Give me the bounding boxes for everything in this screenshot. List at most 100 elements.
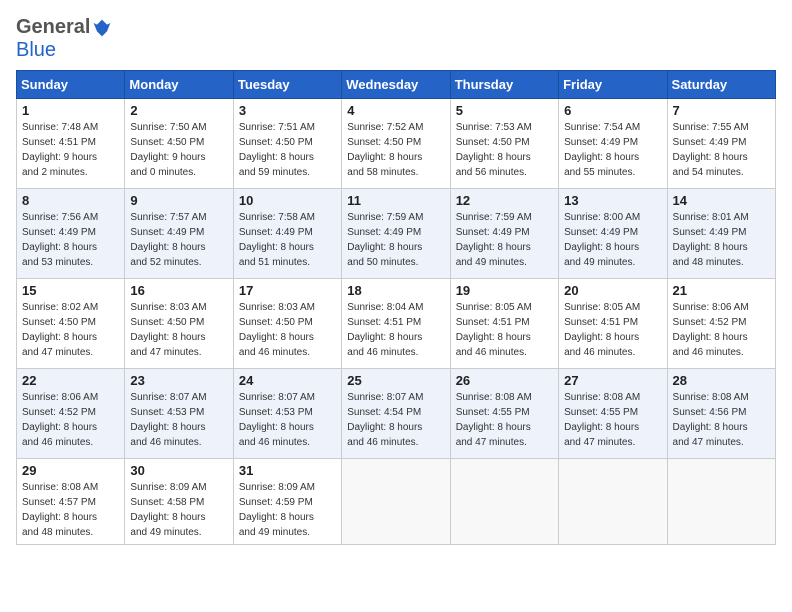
day-info: Sunrise: 8:08 AMSunset: 4:55 PMDaylight:…	[456, 390, 553, 450]
weekday-header: Friday	[559, 71, 667, 99]
day-info: Sunrise: 8:09 AMSunset: 4:59 PMDaylight:…	[239, 480, 336, 540]
calendar-cell: 25 Sunrise: 8:07 AMSunset: 4:54 PMDayligh…	[342, 369, 450, 459]
day-number: 20	[564, 283, 661, 298]
calendar-cell: 30 Sunrise: 8:09 AMSunset: 4:58 PMDayligh…	[125, 459, 233, 545]
day-number: 9	[130, 193, 227, 208]
calendar-cell: 13 Sunrise: 8:00 AMSunset: 4:49 PMDayligh…	[559, 189, 667, 279]
day-number: 23	[130, 373, 227, 388]
day-number: 1	[22, 103, 119, 118]
day-info: Sunrise: 8:09 AMSunset: 4:58 PMDaylight:…	[130, 480, 227, 540]
calendar-cell: 23 Sunrise: 8:07 AMSunset: 4:53 PMDayligh…	[125, 369, 233, 459]
calendar-cell: 17Sunrise: 8:03 AMSunset: 4:50 PMDayligh…	[233, 279, 341, 369]
calendar-week-row: 1 Sunrise: 7:48 AMSunset: 4:51 PMDaylight…	[17, 99, 776, 189]
day-info: Sunrise: 8:08 AMSunset: 4:56 PMDaylight:…	[673, 390, 770, 450]
weekday-header: Monday	[125, 71, 233, 99]
day-info: Sunrise: 8:08 AMSunset: 4:55 PMDaylight:…	[564, 390, 661, 450]
weekday-header: Sunday	[17, 71, 125, 99]
day-number: 16	[130, 283, 227, 298]
day-info: Sunrise: 8:06 AMSunset: 4:52 PMDaylight:…	[22, 390, 119, 450]
day-info: Sunrise: 8:07 AMSunset: 4:54 PMDaylight:…	[347, 390, 444, 450]
weekday-header: Saturday	[667, 71, 775, 99]
day-info: Sunrise: 8:00 AMSunset: 4:49 PMDaylight:…	[564, 210, 661, 270]
day-number: 27	[564, 373, 661, 388]
calendar-cell: 7Sunrise: 7:55 AMSunset: 4:49 PMDaylight…	[667, 99, 775, 189]
logo: General Blue	[16, 16, 112, 62]
calendar-week-row: 29 Sunrise: 8:08 AMSunset: 4:57 PMDayligh…	[17, 459, 776, 545]
calendar-cell: 19 Sunrise: 8:05 AMSunset: 4:51 PMDayligh…	[450, 279, 558, 369]
weekday-header: Thursday	[450, 71, 558, 99]
calendar-cell: 22 Sunrise: 8:06 AMSunset: 4:52 PMDayligh…	[17, 369, 125, 459]
day-number: 21	[673, 283, 770, 298]
calendar-cell	[559, 459, 667, 545]
calendar-cell: 18Sunrise: 8:04 AMSunset: 4:51 PMDayligh…	[342, 279, 450, 369]
day-info: Sunrise: 8:05 AMSunset: 4:51 PMDaylight:…	[564, 300, 661, 360]
day-number: 19	[456, 283, 553, 298]
day-info: Sunrise: 8:08 AMSunset: 4:57 PMDaylight:…	[22, 480, 119, 540]
day-info: Sunrise: 7:52 AMSunset: 4:50 PMDaylight:…	[347, 120, 444, 180]
calendar-cell: 21 Sunrise: 8:06 AMSunset: 4:52 PMDayligh…	[667, 279, 775, 369]
day-number: 13	[564, 193, 661, 208]
calendar-cell: 5Sunrise: 7:53 AMSunset: 4:50 PMDaylight…	[450, 99, 558, 189]
calendar-cell: 24 Sunrise: 8:07 AMSunset: 4:53 PMDayligh…	[233, 369, 341, 459]
calendar-cell: 6 Sunrise: 7:54 AMSunset: 4:49 PMDaylight…	[559, 99, 667, 189]
calendar-cell: 29 Sunrise: 8:08 AMSunset: 4:57 PMDayligh…	[17, 459, 125, 545]
day-number: 12	[456, 193, 553, 208]
calendar: SundayMondayTuesdayWednesdayThursdayFrid…	[16, 70, 776, 545]
calendar-cell: 3 Sunrise: 7:51 AMSunset: 4:50 PMDaylight…	[233, 99, 341, 189]
day-number: 4	[347, 103, 444, 118]
day-number: 29	[22, 463, 119, 478]
day-info: Sunrise: 8:03 AMSunset: 4:50 PMDaylight:…	[130, 300, 227, 360]
day-number: 26	[456, 373, 553, 388]
day-info: Sunrise: 7:59 AMSunset: 4:49 PMDaylight:…	[456, 210, 553, 270]
day-number: 5	[456, 103, 553, 118]
day-number: 22	[22, 373, 119, 388]
day-info: Sunrise: 7:56 AMSunset: 4:49 PMDaylight:…	[22, 210, 119, 270]
day-info: Sunrise: 8:07 AMSunset: 4:53 PMDaylight:…	[239, 390, 336, 450]
logo-blue-text: Blue	[16, 39, 56, 61]
calendar-cell	[342, 459, 450, 545]
day-info: Sunrise: 7:54 AMSunset: 4:49 PMDaylight:…	[564, 120, 661, 180]
calendar-cell: 8Sunrise: 7:56 AMSunset: 4:49 PMDaylight…	[17, 189, 125, 279]
calendar-cell: 14 Sunrise: 8:01 AMSunset: 4:49 PMDayligh…	[667, 189, 775, 279]
calendar-cell: 27 Sunrise: 8:08 AMSunset: 4:55 PMDayligh…	[559, 369, 667, 459]
day-number: 10	[239, 193, 336, 208]
day-number: 30	[130, 463, 227, 478]
calendar-cell: 9 Sunrise: 7:57 AMSunset: 4:49 PMDaylight…	[125, 189, 233, 279]
calendar-header-row: SundayMondayTuesdayWednesdayThursdayFrid…	[17, 71, 776, 99]
calendar-cell: 28Sunrise: 8:08 AMSunset: 4:56 PMDayligh…	[667, 369, 775, 459]
calendar-cell: 20 Sunrise: 8:05 AMSunset: 4:51 PMDayligh…	[559, 279, 667, 369]
day-info: Sunrise: 8:07 AMSunset: 4:53 PMDaylight:…	[130, 390, 227, 450]
day-number: 11	[347, 193, 444, 208]
day-number: 3	[239, 103, 336, 118]
day-info: Sunrise: 7:59 AMSunset: 4:49 PMDaylight:…	[347, 210, 444, 270]
calendar-body: 1 Sunrise: 7:48 AMSunset: 4:51 PMDaylight…	[17, 99, 776, 545]
calendar-week-row: 15Sunrise: 8:02 AMSunset: 4:50 PMDayligh…	[17, 279, 776, 369]
day-info: Sunrise: 7:48 AMSunset: 4:51 PMDaylight:…	[22, 120, 119, 180]
day-info: Sunrise: 8:02 AMSunset: 4:50 PMDaylight:…	[22, 300, 119, 360]
calendar-cell: 11 Sunrise: 7:59 AMSunset: 4:49 PMDayligh…	[342, 189, 450, 279]
calendar-cell: 16 Sunrise: 8:03 AMSunset: 4:50 PMDayligh…	[125, 279, 233, 369]
calendar-cell	[450, 459, 558, 545]
day-number: 2	[130, 103, 227, 118]
calendar-cell: 2 Sunrise: 7:50 AMSunset: 4:50 PMDaylight…	[125, 99, 233, 189]
day-info: Sunrise: 8:01 AMSunset: 4:49 PMDaylight:…	[673, 210, 770, 270]
calendar-cell: 10Sunrise: 7:58 AMSunset: 4:49 PMDayligh…	[233, 189, 341, 279]
day-info: Sunrise: 7:50 AMSunset: 4:50 PMDaylight:…	[130, 120, 227, 180]
day-number: 14	[673, 193, 770, 208]
day-info: Sunrise: 8:06 AMSunset: 4:52 PMDaylight:…	[673, 300, 770, 360]
day-number: 17	[239, 283, 336, 298]
day-number: 24	[239, 373, 336, 388]
day-number: 6	[564, 103, 661, 118]
weekday-header: Tuesday	[233, 71, 341, 99]
day-number: 18	[347, 283, 444, 298]
day-number: 7	[673, 103, 770, 118]
day-info: Sunrise: 7:57 AMSunset: 4:49 PMDaylight:…	[130, 210, 227, 270]
calendar-cell: 12 Sunrise: 7:59 AMSunset: 4:49 PMDayligh…	[450, 189, 558, 279]
day-number: 25	[347, 373, 444, 388]
calendar-cell	[667, 459, 775, 545]
day-info: Sunrise: 7:51 AMSunset: 4:50 PMDaylight:…	[239, 120, 336, 180]
logo-general-text: General	[16, 16, 90, 39]
day-info: Sunrise: 8:05 AMSunset: 4:51 PMDaylight:…	[456, 300, 553, 360]
day-number: 31	[239, 463, 336, 478]
calendar-week-row: 8Sunrise: 7:56 AMSunset: 4:49 PMDaylight…	[17, 189, 776, 279]
